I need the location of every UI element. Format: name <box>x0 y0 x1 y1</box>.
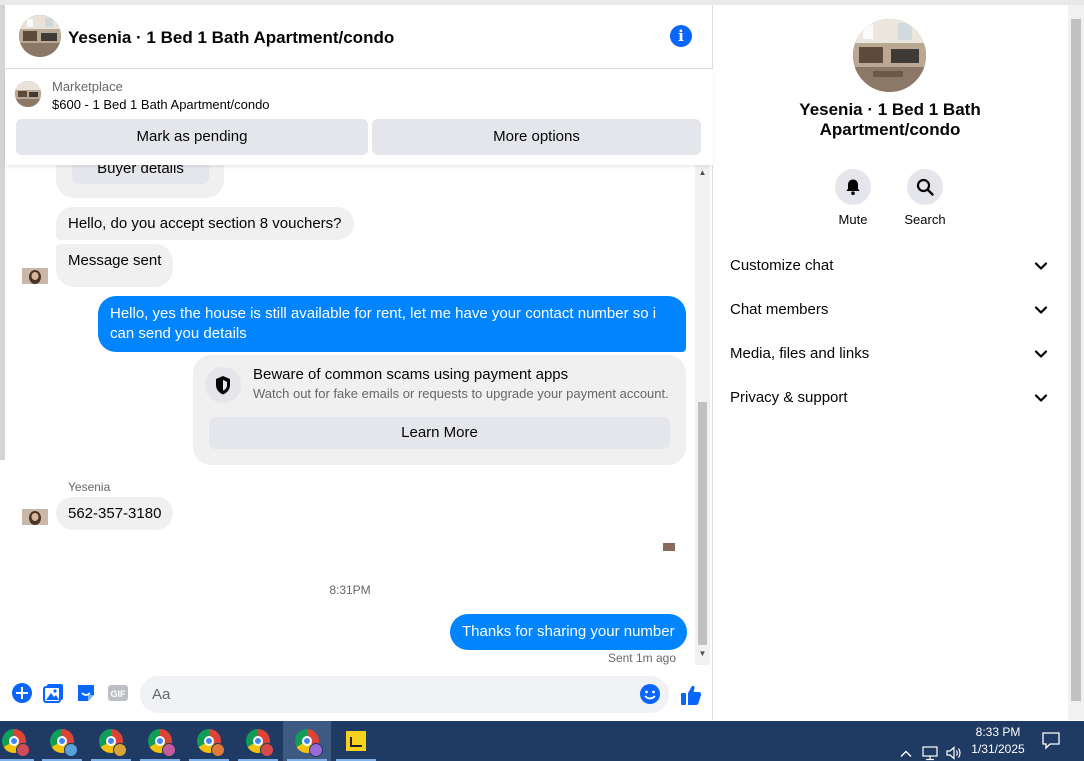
clock-date: 1/31/2025 <box>971 742 1025 756</box>
outgoing-message[interactable]: Hello, yes the house is still available … <box>98 296 686 352</box>
info-title: Yesenia · 1 Bed 1 Bath Apartment/condo <box>799 100 981 139</box>
clock-time: 8:33 PM <box>975 725 1021 739</box>
message-input[interactable] <box>140 676 669 713</box>
privacy-support-section[interactable]: Privacy & support <box>730 376 1052 420</box>
search-button[interactable]: Search <box>895 169 955 227</box>
scrollbar-thumb[interactable] <box>698 402 707 645</box>
message-scrollbar[interactable]: ▲ ▼ <box>695 165 710 665</box>
customize-chat-section[interactable]: Customize chat <box>730 244 1052 288</box>
read-receipt-avatar <box>663 543 675 551</box>
search-label: Search <box>904 212 946 227</box>
incoming-message[interactable]: Message sent <box>56 244 174 287</box>
sender-avatar[interactable] <box>22 509 48 525</box>
scroll-up-arrow[interactable]: ▲ <box>698 168 707 177</box>
chrome-icon <box>2 729 30 757</box>
marketplace-label: Marketplace <box>52 79 123 94</box>
plus-icon[interactable] <box>11 682 33 704</box>
section-label: Media, files and links <box>730 345 870 362</box>
scam-warning-description: Watch out for fake emails or requests to… <box>253 386 669 401</box>
chrome-icon <box>99 729 127 757</box>
svg-text:GIF: GIF <box>111 689 127 699</box>
taskbar-chrome-app[interactable] <box>38 721 86 761</box>
chevron-down-icon <box>1034 306 1048 314</box>
scam-warning-title: Beware of common scams using payment app… <box>253 366 569 383</box>
chrome-icon <box>50 729 78 757</box>
message-list: Buyer details Hello, do you accept secti… <box>5 165 713 670</box>
media-files-links-section[interactable]: Media, files and links <box>730 332 1052 376</box>
scroll-down-arrow[interactable]: ▼ <box>698 649 707 658</box>
chat-title[interactable]: Yesenia · 1 Bed 1 Bath Apartment/condo <box>68 28 394 48</box>
chevron-down-icon <box>1034 350 1048 358</box>
sender-avatar[interactable] <box>22 268 48 284</box>
sticker-icon[interactable] <box>75 682 97 704</box>
volume-icon[interactable] <box>945 733 963 761</box>
more-options-button[interactable]: More options <box>372 119 701 155</box>
message-composer: GIF <box>5 670 713 720</box>
chat-members-section[interactable]: Chat members <box>730 288 1052 332</box>
chevron-down-icon <box>1034 394 1048 402</box>
sticky-notes-icon <box>346 731 366 751</box>
incoming-message[interactable]: Hello, do you accept section 8 vouchers? <box>56 207 354 240</box>
taskbar-chrome-app[interactable] <box>234 721 282 761</box>
emoji-icon[interactable] <box>639 683 661 705</box>
incoming-message[interactable]: 562-357-3180 <box>56 497 174 530</box>
chrome-icon <box>148 729 176 757</box>
page-scrollbar-thumb[interactable] <box>1071 19 1081 701</box>
taskbar-chrome-app[interactable] <box>185 721 233 761</box>
mark-as-pending-button[interactable]: Mark as pending <box>16 119 368 155</box>
notification-icon[interactable] <box>1040 729 1062 751</box>
section-label: Privacy & support <box>730 389 848 406</box>
info-avatar[interactable] <box>853 19 926 92</box>
gif-icon[interactable]: GIF <box>107 682 129 704</box>
chevron-up-icon[interactable] <box>899 734 913 761</box>
photo-icon[interactable] <box>43 682 65 704</box>
chat-avatar[interactable] <box>19 15 61 57</box>
chevron-down-icon <box>1034 262 1048 270</box>
bell-icon <box>835 169 871 205</box>
chrome-icon <box>295 729 323 757</box>
outgoing-message[interactable]: Thanks for sharing your number <box>450 614 687 650</box>
chat-info-panel: Yesenia · 1 Bed 1 Bath Apartment/condo M… <box>714 5 1068 720</box>
chrome-icon <box>197 729 225 757</box>
mute-button[interactable]: Mute <box>823 169 883 227</box>
windows-taskbar: 8:33 PM 1/31/2025 <box>0 721 1084 761</box>
listing-title[interactable]: $600 - 1 Bed 1 Bath Apartment/condo <box>52 97 270 112</box>
mute-label: Mute <box>838 212 868 227</box>
sender-name: Yesenia <box>68 480 111 494</box>
taskbar-clock[interactable]: 8:33 PM 1/31/2025 <box>962 724 1034 758</box>
scam-warning-card: Beware of common scams using payment app… <box>193 355 686 465</box>
chrome-icon <box>246 729 274 757</box>
chat-panel: Yesenia · 1 Bed 1 Bath Apartment/condo i… <box>5 5 713 720</box>
page-scrollbar[interactable] <box>1068 5 1084 720</box>
sent-status: Sent 1m ago <box>607 651 676 665</box>
section-label: Chat members <box>730 301 829 318</box>
taskbar-chrome-app-active[interactable] <box>283 721 331 761</box>
buyer-details-button[interactable]: Buyer details <box>72 165 209 184</box>
info-icon[interactable]: i <box>670 25 692 47</box>
listing-thumbnail[interactable] <box>15 81 41 107</box>
search-icon <box>907 169 943 205</box>
section-label: Customize chat <box>730 257 834 274</box>
chat-header: Yesenia · 1 Bed 1 Bath Apartment/condo i <box>5 5 713 69</box>
network-icon[interactable] <box>921 733 939 761</box>
taskbar-chrome-app[interactable] <box>0 721 38 761</box>
learn-more-button[interactable]: Learn More <box>209 417 670 449</box>
shield-icon <box>205 367 241 403</box>
taskbar-chrome-app[interactable] <box>87 721 135 761</box>
taskbar-sticky-notes-app[interactable] <box>332 721 380 761</box>
buyer-details-card: Buyer details <box>56 165 224 198</box>
like-icon[interactable] <box>679 683 702 705</box>
message-timestamp: 8:31PM <box>329 583 371 597</box>
marketplace-listing-bar: Marketplace $600 - 1 Bed 1 Bath Apartmen… <box>5 69 713 165</box>
taskbar-chrome-app[interactable] <box>136 721 184 761</box>
